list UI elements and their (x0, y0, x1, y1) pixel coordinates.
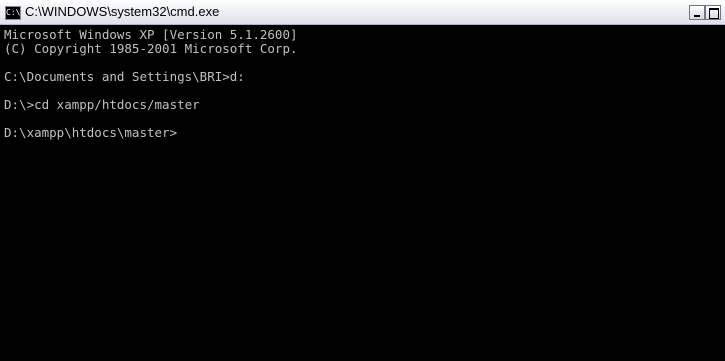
window-title: C:\WINDOWS\system32\cmd.exe (25, 4, 220, 19)
console-line-copyright: (C) Copyright 1985-2001 Microsoft Corp. (4, 41, 298, 56)
console-prompt[interactable]: D:\xampp\htdocs\master> (4, 126, 725, 140)
console-output[interactable]: Microsoft Windows XP [Version 5.1.2600] … (0, 26, 725, 361)
cmd-window: C:\ C:\WINDOWS\system32\cmd.exe Microsof… (0, 0, 725, 361)
minimize-button[interactable] (689, 5, 705, 20)
maximize-button[interactable] (705, 5, 721, 20)
console-line-command-d: C:\Documents and Settings\BRI>d: (4, 69, 245, 84)
title-bar[interactable]: C:\ C:\WINDOWS\system32\cmd.exe (0, 0, 725, 25)
cmd-icon[interactable]: C:\ (5, 6, 21, 20)
console-line-version: Microsoft Windows XP [Version 5.1.2600] (4, 27, 298, 42)
console-line-command-cd: D:\>cd xampp/htdocs/master (4, 97, 200, 112)
